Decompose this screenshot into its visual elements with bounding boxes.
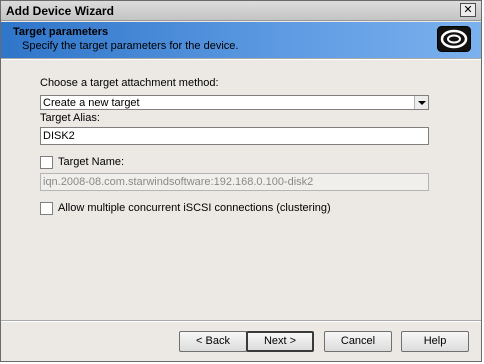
target-name-input[interactable]: iqn.2008-08.com.starwindsoftware:192.168…	[40, 173, 429, 191]
multi-connection-label: Allow multiple concurrent iSCSI connecti…	[58, 202, 331, 214]
cancel-button[interactable]: Cancel	[324, 331, 392, 352]
footer-divider	[1, 320, 481, 322]
help-button[interactable]: Help	[401, 331, 469, 352]
title-bar[interactable]: Add Device Wizard ✕	[1, 1, 481, 21]
starwind-logo-icon	[437, 26, 471, 52]
close-button[interactable]: ✕	[460, 3, 476, 17]
attach-method-value: Create a new target	[43, 97, 140, 109]
attach-method-select[interactable]: Create a new target	[40, 95, 429, 110]
add-device-wizard-window: Add Device Wizard ✕ Target parameters Sp…	[0, 0, 482, 362]
header-divider	[1, 58, 481, 60]
next-button[interactable]: Next >	[246, 331, 314, 352]
attach-method-label: Choose a target attachment method:	[40, 77, 219, 89]
target-name-label: Target Name:	[58, 156, 125, 168]
dropdown-button[interactable]	[414, 96, 428, 109]
multi-connection-checkbox[interactable]	[40, 202, 53, 215]
back-button[interactable]: < Back	[179, 331, 247, 352]
page-subtitle: Specify the target parameters for the de…	[22, 40, 239, 52]
target-alias-label: Target Alias:	[40, 112, 100, 124]
page-title: Target parameters	[13, 26, 109, 38]
window-title: Add Device Wizard	[6, 4, 114, 18]
chevron-down-icon	[417, 100, 426, 105]
target-alias-input[interactable]: DISK2	[40, 127, 429, 145]
close-icon: ✕	[463, 3, 473, 16]
target-name-checkbox[interactable]	[40, 156, 53, 169]
wizard-header: Target parameters Specify the target par…	[1, 22, 481, 58]
